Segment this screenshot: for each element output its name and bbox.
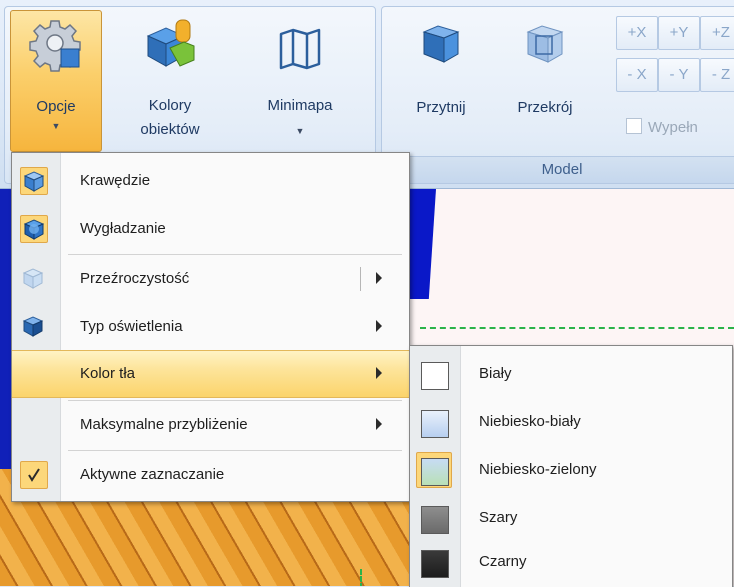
submenu-arrow-icon	[376, 320, 382, 332]
menu-item-transparency[interactable]: Przeźroczystość	[12, 255, 409, 303]
white-swatch-icon	[421, 362, 449, 390]
fill-checkbox[interactable]: Wypełn	[626, 118, 698, 136]
options-button[interactable]: Opcje ▼	[10, 10, 102, 152]
submenu-item-label: Biały	[479, 365, 512, 382]
menu-item-label: Kolor tła	[80, 365, 136, 382]
transparency-cube-icon	[22, 268, 44, 289]
chevron-down-icon: ▼	[295, 126, 305, 136]
checked-indicator	[20, 461, 48, 489]
menu-item-label: Aktywne zaznaczanie	[80, 466, 225, 483]
menu-item-label: Krawędzie	[80, 172, 151, 189]
menu-item-label: Maksymalne przybliżenie	[80, 416, 248, 433]
submenu-item-blue-white[interactable]: Niebiesko-biały	[410, 398, 732, 446]
menu-item-label: Wygładzanie	[80, 220, 166, 237]
lighting-cube-icon	[22, 316, 44, 337]
view-minus-z-button[interactable]: - Z	[700, 58, 734, 92]
scene-green-guide-line	[360, 569, 362, 586]
view-plus-y-button[interactable]: +Y	[658, 16, 700, 50]
section-label: Przekrój	[517, 99, 573, 116]
menu-item-label: Przeźroczystość	[80, 270, 190, 287]
scene-green-guide-line	[420, 327, 734, 329]
menu-item-edges[interactable]: Krawędzie	[12, 157, 409, 205]
menu-item-background-color[interactable]: Kolor tła	[12, 350, 409, 398]
submenu-arrow-icon	[376, 367, 382, 379]
icon-holder	[20, 265, 48, 293]
menu-item-label: Typ oświetlenia	[80, 318, 183, 335]
black-swatch-icon	[421, 550, 449, 578]
section-cube-icon	[526, 25, 564, 63]
submenu-arrow-icon[interactable]	[376, 272, 382, 284]
view-minus-x-button[interactable]: - X	[616, 58, 658, 92]
split-separator	[360, 267, 361, 291]
submenu-item-white[interactable]: Biały	[410, 350, 732, 398]
submenu-item-label: Niebiesko-biały	[479, 413, 581, 430]
minimap-button[interactable]: Minimapa ▼	[240, 2, 360, 152]
menu-item-lighting-type[interactable]: Typ oświetlenia	[12, 303, 409, 351]
submenu-arrow-icon	[376, 418, 382, 430]
view-plus-z-button[interactable]: +Z	[700, 16, 734, 50]
map-icon	[279, 28, 321, 70]
chevron-down-icon: ▼	[51, 121, 61, 131]
menu-item-smoothing[interactable]: Wygładzanie	[12, 205, 409, 253]
edges-cube-icon	[23, 171, 45, 192]
object-colors-button[interactable]: Kolory obiektów	[120, 2, 220, 152]
view-minus-y-button[interactable]: - Y	[658, 58, 700, 92]
gray-swatch-icon	[421, 506, 449, 534]
menu-item-max-zoom[interactable]: Maksymalne przybliżenie	[12, 401, 409, 449]
section-button[interactable]: Przekrój	[500, 2, 590, 142]
crop-button[interactable]: Przytnij	[396, 2, 486, 142]
checkbox-box[interactable]	[626, 118, 642, 134]
blue-green-swatch-icon	[421, 458, 449, 486]
object-colors-icon	[146, 19, 195, 67]
submenu-item-gray[interactable]: Szary	[410, 494, 732, 542]
checked-indicator	[20, 215, 48, 243]
checked-indicator	[20, 167, 48, 195]
options-menu: Krawędzie Wygładzanie Przeźroczystość Ty…	[11, 152, 410, 502]
crop-label: Przytnij	[416, 99, 466, 116]
object-colors-label-line1: Kolory	[148, 97, 192, 114]
menu-item-active-selection[interactable]: Aktywne zaznaczanie	[12, 451, 409, 499]
submenu-item-label: Czarny	[479, 553, 527, 570]
submenu-item-label: Niebiesko-zielony	[479, 461, 597, 478]
options-button-label: Opcje	[36, 98, 76, 115]
minimap-label: Minimapa	[267, 97, 333, 114]
blue-white-swatch-icon	[421, 410, 449, 438]
submenu-item-black[interactable]: Czarny	[410, 538, 732, 586]
group-label-model: Model	[382, 156, 734, 183]
submenu-item-blue-green[interactable]: Niebiesko-zielony	[410, 446, 732, 494]
smoothing-cube-icon	[23, 219, 45, 240]
object-colors-label-line2: obiektów	[140, 121, 200, 138]
icon-holder	[20, 313, 48, 341]
background-color-submenu: Biały Niebiesko-biały Niebiesko-zielony …	[409, 345, 733, 587]
gear-icon	[29, 20, 81, 72]
submenu-item-label: Szary	[479, 509, 518, 526]
view-plus-x-button[interactable]: +X	[616, 16, 658, 50]
crop-cube-icon	[422, 25, 460, 63]
check-icon	[28, 468, 40, 482]
fill-checkbox-label: Wypełn	[648, 119, 698, 136]
